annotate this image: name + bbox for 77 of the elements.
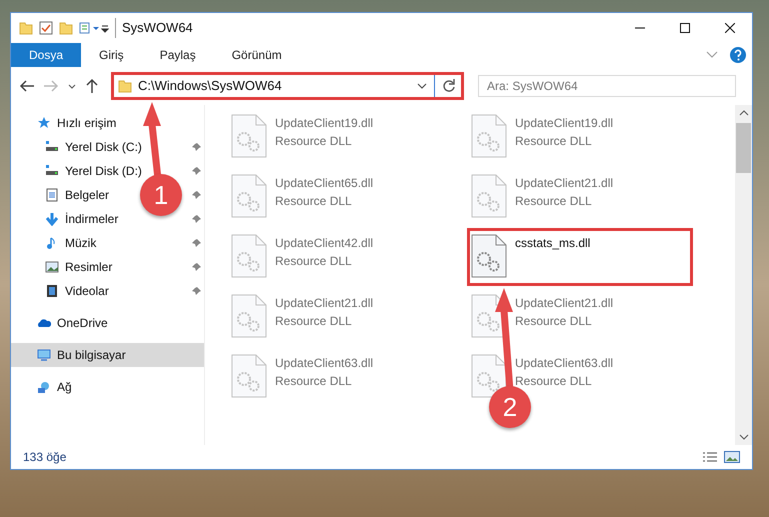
file-name: UpdateClient65.dll <box>275 175 374 192</box>
file-name: UpdateClient21.dll <box>515 295 614 312</box>
file-type: Resource DLL <box>275 133 353 150</box>
picture-icon <box>45 260 59 274</box>
sidebar-item[interactable]: Videolar <box>11 279 115 303</box>
film-icon <box>45 284 59 298</box>
refresh-icon[interactable] <box>441 78 457 94</box>
file-name: UpdateClient21.dll <box>275 295 374 312</box>
gear-file-icon <box>231 114 267 158</box>
pin-icon[interactable] <box>192 286 202 296</box>
sidebar-item[interactable]: İndirmeler <box>11 207 124 231</box>
file-type: Resource DLL <box>275 193 353 210</box>
sidebar-item[interactable]: Resimler <box>11 255 118 279</box>
large-icons-view-icon[interactable] <box>724 451 740 463</box>
scrollbar[interactable] <box>735 105 752 445</box>
file-name: UpdateClient63.dll <box>515 355 614 372</box>
file-name: UpdateClient63.dll <box>275 355 374 372</box>
folder-icon <box>118 79 132 93</box>
properties-icon[interactable] <box>39 21 53 35</box>
sidebar-item[interactable]: Yerel Disk (C:) <box>11 135 148 159</box>
back-button[interactable] <box>17 79 37 93</box>
help-icon[interactable] <box>730 47 746 63</box>
gear-file-icon <box>471 114 507 158</box>
sidebar-item[interactable]: Hızlı erişim <box>11 111 122 135</box>
ribbon-tab[interactable]: Görünüm <box>214 43 300 67</box>
close-icon <box>724 23 734 33</box>
gear-file-icon <box>471 354 507 398</box>
star-icon <box>37 116 51 130</box>
file-type: Resource DLL <box>275 253 353 270</box>
scroll-up-icon[interactable] <box>738 109 748 117</box>
details-view-icon[interactable] <box>702 451 718 463</box>
pin-icon[interactable] <box>192 262 202 272</box>
drive-icon <box>45 164 59 178</box>
file-type: Resource DLL <box>515 193 593 210</box>
sidebar-item[interactable]: Ağ <box>11 375 78 399</box>
file-name: UpdateClient21.dll <box>515 175 614 192</box>
gear-file-icon <box>471 234 507 278</box>
sidebar-item[interactable]: Bu bilgisayar <box>11 343 204 367</box>
file-type: Resource DLL <box>515 313 593 330</box>
scroll-down-icon[interactable] <box>738 433 748 441</box>
item-count: 133 öğe <box>23 449 66 466</box>
scroll-thumb[interactable] <box>736 123 751 173</box>
file-name: csstats_ms.dll <box>515 235 590 252</box>
window-title: SysWOW64 <box>115 18 193 38</box>
pin-icon[interactable] <box>192 142 202 152</box>
pin-icon[interactable] <box>192 238 202 248</box>
sidebar-item[interactable]: OneDrive <box>11 311 114 335</box>
file-type: Resource DLL <box>515 133 593 150</box>
network-icon <box>37 380 51 394</box>
document-icon <box>45 188 59 202</box>
file-item[interactable]: csstats_ms.dll <box>467 228 693 286</box>
ribbon-tab[interactable]: Dosya <box>11 43 82 67</box>
download-arrow-icon <box>45 212 59 226</box>
sidebar-item[interactable]: Belgeler <box>11 183 116 207</box>
ribbon-tab[interactable]: Paylaş <box>142 43 214 67</box>
file-name: UpdateClient19.dll <box>275 115 374 132</box>
ribbon-tab[interactable]: Giriş <box>81 43 142 67</box>
gear-file-icon <box>231 354 267 398</box>
pin-icon[interactable] <box>192 166 202 176</box>
search-field[interactable]: Ara: SysWOW64 <box>478 75 736 97</box>
gear-file-icon <box>231 234 267 278</box>
pin-icon[interactable] <box>192 190 202 200</box>
sidebar-item[interactable]: Müzik <box>11 231 102 255</box>
quick-access-dropdown-icon[interactable] <box>79 21 109 35</box>
monitor-icon <box>37 348 51 362</box>
maximize-icon <box>680 23 690 33</box>
drive-icon <box>45 140 59 154</box>
gear-file-icon <box>231 294 267 338</box>
collapse-ribbon-icon[interactable] <box>706 51 718 59</box>
pin-icon[interactable] <box>192 214 202 224</box>
file-type: Resource DLL <box>275 373 353 390</box>
file-name: UpdateClient19.dll <box>515 115 614 132</box>
gear-file-icon <box>231 174 267 218</box>
address-bar[interactable]: C:\Windows\SysWOW64 <box>111 72 464 100</box>
file-name: UpdateClient42.dll <box>275 235 374 252</box>
file-type: Resource DLL <box>275 313 353 330</box>
gear-file-icon <box>471 174 507 218</box>
